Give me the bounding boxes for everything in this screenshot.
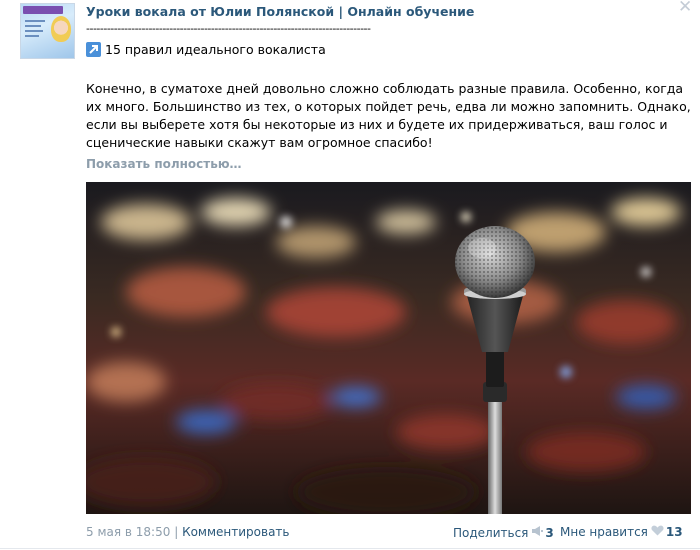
post-body-text: Конечно, в суматохе дней довольно сложно…: [86, 81, 691, 150]
post-photo-microphone[interactable]: [86, 182, 691, 514]
text-divider: ----------------------------------------…: [86, 22, 371, 35]
heart-icon: [651, 525, 664, 539]
avatar-banner: [23, 6, 63, 14]
like-count: 13: [665, 525, 683, 539]
attached-link-title: 15 правил идеального вокалиста: [105, 42, 326, 57]
avatar-portrait: [51, 16, 71, 42]
footer-separator: |: [174, 525, 179, 539]
post-date[interactable]: 5 мая в 18:50: [86, 525, 170, 539]
close-icon[interactable]: ✕: [678, 0, 692, 16]
wall-post: Уроки вокала от Юлии Полянской | Онлайн …: [0, 0, 700, 550]
post-footer: 5 мая в 18:50 | Комментировать Поделитьс…: [86, 525, 691, 543]
post-date-row: 5 мая в 18:50 | Комментировать: [86, 525, 290, 539]
attached-link[interactable]: 15 правил идеального вокалиста: [86, 42, 326, 57]
like-button[interactable]: Мне нравится 13: [560, 525, 683, 539]
megaphone-icon: [531, 525, 544, 540]
share-button[interactable]: Поделиться 3: [453, 525, 554, 540]
arrow-up-right-icon: [86, 42, 101, 57]
group-title-link[interactable]: Уроки вокала от Юлии Полянской | Онлайн …: [86, 4, 474, 19]
share-count: 3: [545, 525, 554, 540]
show-more-link[interactable]: Показать полностью…: [86, 157, 242, 171]
avatar-text-lines: [25, 20, 47, 40]
share-label: Поделиться: [453, 525, 529, 540]
post-bottom-divider: [0, 548, 700, 549]
microphone-photo-image: [86, 182, 691, 514]
like-label: Мне нравится: [560, 525, 648, 539]
comment-link[interactable]: Комментировать: [182, 525, 289, 539]
group-avatar[interactable]: [20, 3, 75, 59]
